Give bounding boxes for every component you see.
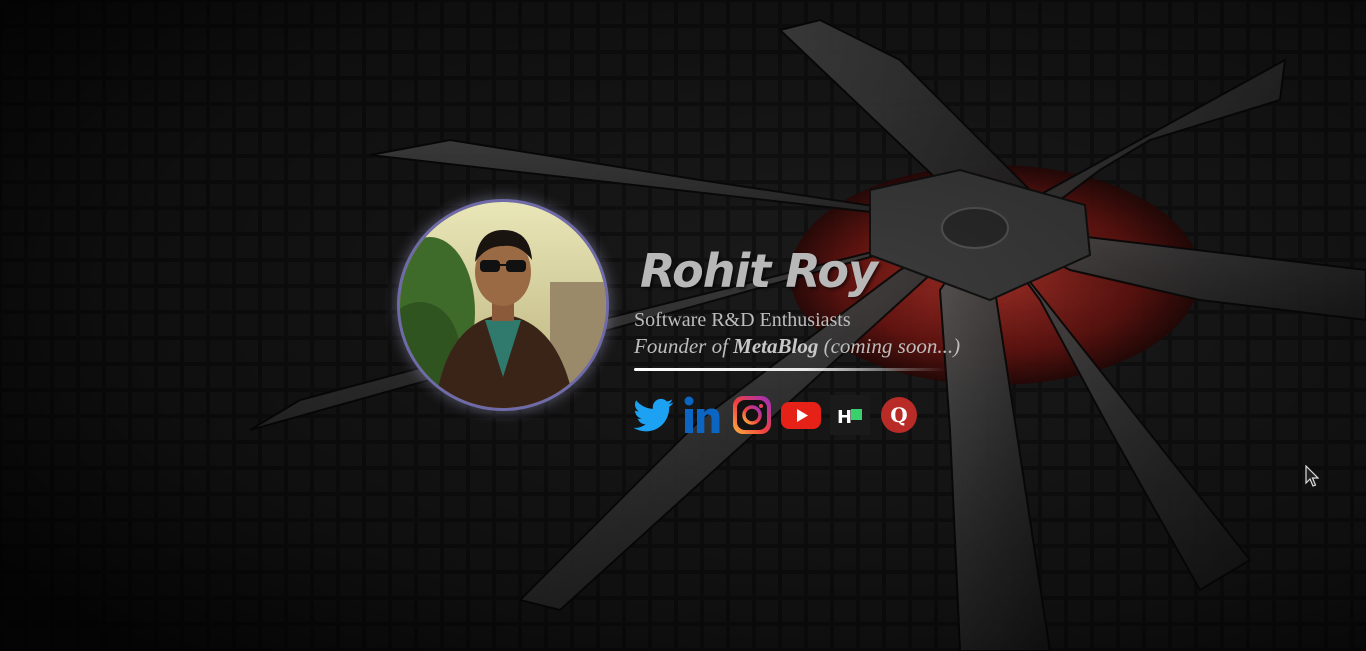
youtube-icon xyxy=(781,402,821,429)
founder-prefix: Founder of xyxy=(634,334,734,358)
quora-icon: Q xyxy=(881,397,917,433)
quora-letter: Q xyxy=(890,403,907,427)
hackerearth-icon: H xyxy=(830,395,870,435)
founder-brand: MetaBlog xyxy=(733,334,819,358)
divider-line xyxy=(634,368,946,371)
instagram-link[interactable] xyxy=(732,395,772,435)
twitter-icon xyxy=(634,398,674,432)
profile-tagline: Software R&D Enthusiasts xyxy=(634,309,851,331)
social-links: H Q xyxy=(634,395,919,435)
hackerearth-link[interactable]: H xyxy=(830,395,870,435)
quora-link[interactable]: Q xyxy=(879,395,919,435)
mouse-cursor-icon xyxy=(1305,464,1320,491)
hackerearth-letter: H xyxy=(837,407,852,428)
youtube-link[interactable] xyxy=(781,395,821,435)
linkedin-link[interactable] xyxy=(683,395,723,435)
profile-name: Rohit Roy xyxy=(640,244,878,298)
instagram-icon xyxy=(733,396,771,434)
founder-suffix: (coming soon...) xyxy=(818,334,961,358)
twitter-link[interactable] xyxy=(634,395,674,435)
linkedin-icon xyxy=(684,396,720,433)
profile-avatar xyxy=(400,202,606,408)
profile-founder-line: Founder of MetaBlog (coming soon...) xyxy=(634,334,960,359)
